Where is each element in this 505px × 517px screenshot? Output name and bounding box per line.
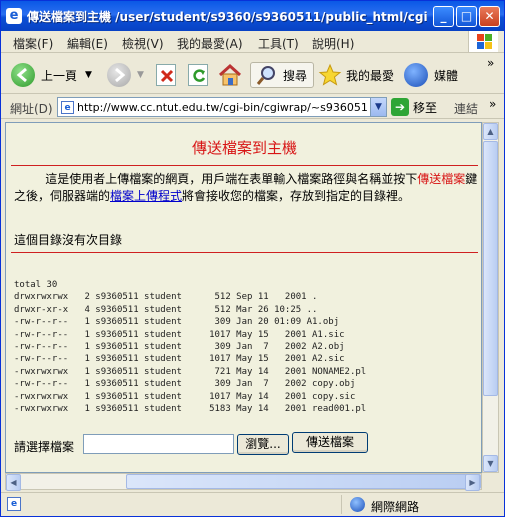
status-bar: e 網際網路	[1, 492, 504, 516]
menu-view[interactable]: 檢視(V)	[122, 35, 164, 52]
forward-dropdown-icon[interactable]: ▼	[137, 70, 144, 80]
listing-line: -rw-r--r-- 1 s9360511 student 1017 May 1…	[14, 329, 345, 340]
stop-icon	[156, 64, 176, 86]
forward-button[interactable]: ▼	[107, 62, 144, 88]
toolbar-overflow-icon[interactable]: »	[487, 56, 494, 70]
menu-edit[interactable]: 編輯(E)	[67, 35, 108, 52]
menu-file[interactable]: 檔案(F)	[13, 35, 53, 52]
listing-line: -rwxrwxrwx 1 s9360511 student 1017 May 1…	[14, 391, 356, 402]
listing-line: -rwxrwxrwx 1 s9360511 student 721 May 14…	[14, 366, 367, 377]
back-button[interactable]: 上一頁 ▼	[11, 62, 92, 88]
stop-button[interactable]	[156, 62, 176, 88]
ie-icon: e	[6, 8, 22, 24]
scroll-left-icon[interactable]: ◀	[6, 474, 21, 491]
home-icon	[218, 63, 242, 86]
listing-line: total 30	[14, 280, 58, 290]
address-url: http://www.cc.ntut.edu.tw/cgi-bin/cgiwra…	[77, 101, 367, 114]
favorites-label: 我的最愛	[346, 68, 395, 83]
menu-bar: 檔案(F) 編輯(E) 檢視(V) 我的最愛(A) 工具(T) 說明(H)	[1, 31, 504, 53]
menu-tools[interactable]: 工具(T)	[258, 35, 299, 52]
title-bar[interactable]: e 傳送檔案到主機 /user/student/s9360/s9360511/p…	[1, 1, 504, 31]
go-label: 移至	[413, 100, 438, 115]
no-subdirectory-text: 這個目錄沒有次目錄	[14, 233, 123, 247]
status-page-icon: e	[7, 497, 21, 511]
intro-highlight: 傳送檔案	[417, 172, 466, 186]
home-button[interactable]	[217, 62, 243, 88]
vertical-scrollbar[interactable]: ▲ ▼	[482, 122, 499, 473]
scroll-thumb[interactable]	[483, 141, 498, 396]
listing-line: drwxr-xr-x 4 s9360511 student 512 Mar 26…	[14, 304, 318, 315]
scroll-down-icon[interactable]: ▼	[483, 455, 498, 472]
search-button[interactable]: 搜尋	[250, 62, 314, 88]
address-input[interactable]: e http://www.cc.ntut.edu.tw/cgi-bin/cgiw…	[57, 97, 387, 117]
intro-text-3: 將會接收您的檔案，存放到指定的目錄裡。	[182, 189, 411, 203]
browser-window: e 傳送檔案到主機 /user/student/s9360/s9360511/p…	[0, 0, 505, 517]
refresh-icon	[188, 64, 208, 86]
go-button[interactable]: ➔ 移至	[391, 98, 437, 116]
maximize-button[interactable]: □	[456, 6, 477, 27]
hscroll-thumb[interactable]	[126, 474, 481, 489]
favorites-button[interactable]: 我的最愛	[318, 62, 394, 88]
forward-arrow-icon	[107, 63, 131, 87]
divider	[11, 252, 478, 253]
listing-line: -rwxrwxrwx 1 s9360511 student 5183 May 1…	[14, 404, 367, 415]
divider	[11, 165, 478, 166]
file-path-input[interactable]	[83, 434, 234, 454]
scroll-up-icon[interactable]: ▲	[483, 123, 498, 140]
address-dropdown-icon[interactable]: ▼	[370, 98, 386, 116]
page-title: 傳送檔案到主機	[191, 139, 297, 157]
directory-listing: total 30 drwxrwxrwx 2 s9360511 student 5…	[14, 279, 366, 415]
standard-toolbar: 上一頁 ▼ ▼ 搜尋 我的最愛 媒體 »	[1, 54, 504, 94]
links-overflow-icon[interactable]: »	[489, 97, 496, 111]
intro-paragraph: 這是使用者上傳檔案的網頁，用戶端在表單輸入檔案路徑與名稱並按下傳送檔案鍵之後，伺…	[14, 171, 478, 205]
listing-line: drwxrwxrwx 2 s9360511 student 512 Sep 11…	[14, 292, 318, 303]
page-content: 傳送檔案到主機 這是使用者上傳檔案的網頁，用戶端在表單輸入檔案路徑與名稱並按下傳…	[5, 122, 482, 473]
media-button[interactable]: 媒體	[404, 62, 458, 88]
status-divider	[341, 495, 342, 514]
links-label[interactable]: 連結	[454, 100, 478, 117]
back-arrow-icon	[11, 63, 35, 87]
back-label: 上一頁	[41, 68, 78, 83]
submit-upload-button[interactable]: 傳送檔案	[292, 432, 368, 453]
address-label: 網址(D)	[10, 102, 53, 116]
listing-line: -rw-r--r-- 1 s9360511 student 1017 May 1…	[14, 354, 345, 365]
windows-logo-icon	[468, 31, 498, 52]
media-globe-icon	[404, 63, 428, 87]
media-label: 媒體	[434, 68, 459, 83]
menu-help[interactable]: 說明(H)	[312, 35, 354, 52]
intro-text: 這是使用者上傳檔案的網頁，用戶端在表單輸入檔案路徑與名稱並按下	[45, 172, 418, 186]
back-dropdown-icon[interactable]: ▼	[85, 70, 92, 80]
address-bar: 網址(D) e http://www.cc.ntut.edu.tw/cgi-bi…	[1, 95, 504, 119]
search-label: 搜尋	[283, 68, 308, 83]
scroll-right-icon[interactable]: ▶	[465, 474, 480, 491]
refresh-button[interactable]	[188, 62, 208, 88]
browse-button[interactable]: 瀏覽...	[237, 434, 289, 455]
listing-line: -rw-r--r-- 1 s9360511 student 309 Jan 20…	[14, 317, 340, 328]
search-icon	[256, 66, 275, 85]
listing-line: -rw-r--r-- 1 s9360511 student 309 Jan 7 …	[14, 379, 356, 390]
menu-favorites[interactable]: 我的最愛(A)	[177, 35, 243, 52]
star-icon	[318, 63, 342, 86]
security-zone-label: 網際網路	[371, 500, 420, 514]
minimize-button[interactable]: _	[433, 6, 454, 27]
page-icon: e	[61, 101, 74, 114]
close-button[interactable]: ✕	[479, 6, 500, 27]
choose-file-label: 請選擇檔案	[14, 440, 75, 454]
upload-program-link[interactable]: 檔案上傳程式	[110, 189, 182, 203]
window-title: 傳送檔案到主機 /user/student/s9360/s9360511/pub…	[27, 10, 427, 24]
horizontal-scrollbar[interactable]: ◀ ▶	[5, 473, 482, 491]
listing-line: -rw-r--r-- 1 s9360511 student 309 Jan 7 …	[14, 342, 345, 353]
internet-globe-icon	[350, 497, 365, 512]
go-arrow-icon: ➔	[391, 98, 409, 116]
